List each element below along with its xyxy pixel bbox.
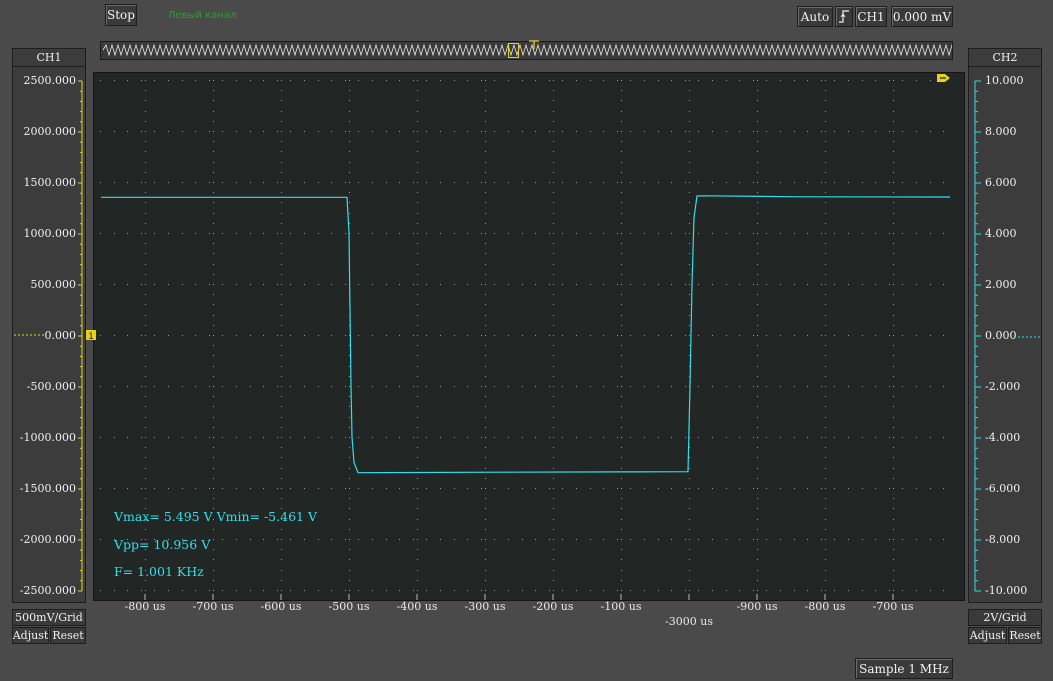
time-axis-label: -200 us	[532, 600, 574, 613]
ch1-y-label: -2500.000	[19, 584, 76, 597]
ch1-scale-button[interactable]: 500mV/Grid	[12, 609, 86, 626]
ch2-zero-marker	[1012, 331, 1044, 339]
ch2-panel: CH2 10.000 8.000 6.000 4.000 2.000 0.000 -2.00…	[968, 48, 1042, 603]
ch1-adjust-button[interactable]: Adjust	[12, 627, 49, 644]
trigger-channel-button[interactable]: CH1	[855, 6, 887, 27]
overview-waveform	[102, 43, 952, 57]
ch2-scale-button[interactable]: 2V/Grid	[968, 609, 1042, 626]
ch2-y-label: -10.000	[985, 584, 1028, 597]
waveform-trace	[101, 195, 951, 474]
ch1-y-label: -1500.000	[19, 482, 76, 495]
channel-mode-label: Левый канал	[168, 10, 237, 21]
time-axis-label: -300 us	[464, 600, 506, 613]
stop-button[interactable]: Stop	[105, 4, 137, 26]
time-axis-label: -600 us	[260, 600, 302, 613]
ch1-reset-button[interactable]: Reset	[50, 627, 86, 644]
ch1-y-label: 1000.000	[23, 227, 77, 240]
ch2-adjust-button[interactable]: Adjust	[968, 627, 1007, 644]
ch2-y-label: 2.000	[985, 278, 1017, 291]
waveform-overview-strip[interactable]	[100, 40, 953, 60]
ch2-y-label: -6.000	[985, 482, 1021, 495]
rising-edge-icon	[839, 10, 849, 23]
time-axis-label: -800 us	[124, 600, 166, 613]
ch2-y-label: -4.000	[985, 431, 1021, 444]
frequency-readout: F= 1.001 KHz	[114, 564, 204, 579]
ch1-y-label: -1000.000	[19, 431, 76, 444]
ch2-axis-ticks	[974, 80, 981, 592]
time-axis-label: -700 us	[192, 600, 234, 613]
sample-rate-button[interactable]: Sample 1 MHz	[855, 658, 953, 679]
view-window-marker[interactable]	[508, 43, 519, 58]
ch2-y-label: 6.000	[985, 176, 1017, 189]
time-offset-label: -3000 us	[665, 615, 713, 628]
ch1-y-label: -500.000	[26, 380, 76, 393]
ch2-reference-icon[interactable]	[937, 73, 951, 83]
ch1-y-label: 1500.000	[23, 176, 77, 189]
time-axis-label: -400 us	[396, 600, 438, 613]
trigger-mode-button[interactable]: Auto	[797, 6, 833, 27]
time-axis-label: -100 us	[600, 600, 642, 613]
ch1-y-label: 2500.000	[23, 74, 77, 87]
ch1-panel: CH1 2500.000 2000.000 1500.000 1000.000 500.…	[12, 48, 86, 603]
overview-zigzag	[102, 43, 952, 57]
ch2-reset-button[interactable]: Reset	[1008, 627, 1042, 644]
ch2-y-label: 4.000	[985, 227, 1017, 240]
ch1-zero-marker[interactable]: 1	[12, 330, 96, 341]
ch1-y-label: 2000.000	[23, 125, 77, 138]
ch1-y-label: 500.000	[30, 278, 77, 291]
time-axis-label: -900 us	[736, 600, 778, 613]
time-axis-label: -700 us	[872, 600, 914, 613]
trigger-position-icon[interactable]	[529, 40, 539, 49]
svg-text:1: 1	[88, 332, 94, 341]
ch2-y-label: 8.000	[985, 125, 1017, 138]
x-grid-ticks	[144, 594, 894, 600]
time-axis-label: -500 us	[328, 600, 370, 613]
ch2-y-label: 10.000	[985, 74, 1024, 87]
ch2-y-label: -8.000	[985, 533, 1021, 546]
vmax-vmin-readout: Vmax= 5.495 V Vmin= -5.461 V	[114, 509, 317, 524]
trigger-edge-button[interactable]	[835, 6, 853, 27]
trigger-level-button[interactable]: 0.000 mV	[891, 6, 953, 27]
time-axis-label: -800 us	[804, 600, 846, 613]
vpp-readout: Vpp= 10.956 V	[114, 537, 211, 552]
ch1-y-label: -2000.000	[19, 533, 76, 546]
ch1-title: CH1	[13, 49, 85, 67]
ch2-y-label: -2.000	[985, 380, 1021, 393]
